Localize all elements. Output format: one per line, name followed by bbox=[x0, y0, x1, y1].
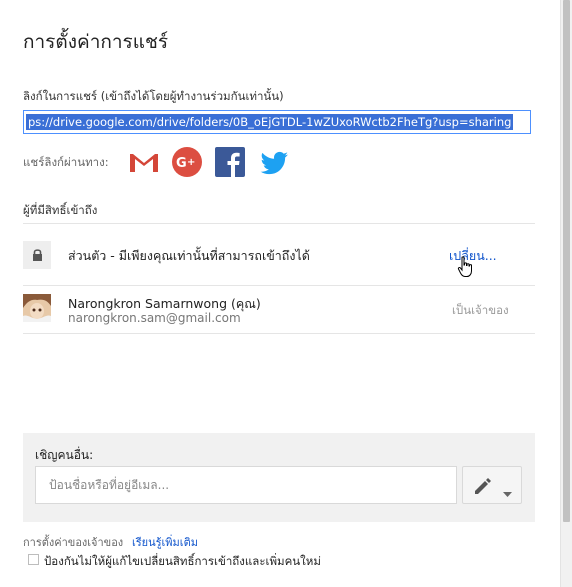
svg-text:G: G bbox=[176, 156, 187, 171]
facebook-icon[interactable] bbox=[213, 145, 247, 179]
svg-text:+: + bbox=[187, 157, 195, 168]
sharing-settings-dialog: การตั้งค่าการแชร์ ลิงก์ในการแชร์ (เข้าถึ… bbox=[0, 0, 561, 587]
hand-cursor-icon bbox=[457, 256, 475, 278]
user-email: narongkron.sam@gmail.com bbox=[68, 311, 241, 325]
lock-icon bbox=[23, 241, 51, 269]
gmail-icon[interactable] bbox=[127, 145, 161, 179]
divider bbox=[23, 285, 535, 286]
share-link-field[interactable]: ps://drive.google.com/drive/folders/0B_o… bbox=[23, 110, 531, 134]
user-role: เป็นเจ้าของ bbox=[452, 303, 509, 317]
share-link-text: ps://drive.google.com/drive/folders/0B_o… bbox=[26, 114, 514, 130]
invite-label: เชิญคนอื่น: bbox=[35, 448, 94, 462]
scrollbar[interactable] bbox=[560, 0, 572, 587]
pencil-icon bbox=[473, 476, 493, 500]
chevron-down-icon bbox=[503, 483, 512, 502]
prevent-editors-checkbox[interactable] bbox=[28, 554, 39, 565]
owner-settings-label: การตั้งค่าของเจ้าของ bbox=[23, 536, 124, 549]
share-via-label: แชร์ลิงก์ผ่านทาง: bbox=[23, 155, 109, 169]
prevent-editors-label: ป้องกันไม่ให้ผู้แก้ไขเปลี่ยนสิทธิ์การเข้… bbox=[44, 554, 321, 568]
learn-more-link[interactable]: เรียนรู้เพิ่มเติม bbox=[132, 533, 198, 551]
invite-input[interactable] bbox=[35, 466, 457, 504]
scrollbar-thumb[interactable] bbox=[563, 0, 570, 522]
link-sharing-label: ลิงก์ในการแชร์ (เข้าถึงได้โดยผู้ทำงานร่ว… bbox=[23, 89, 284, 103]
visibility-status: ส่วนตัว - มีเพียงคุณเท่านั้นที่สามารถเข้… bbox=[68, 248, 310, 263]
divider bbox=[23, 223, 535, 224]
google-plus-icon[interactable]: G + bbox=[170, 145, 204, 179]
dialog-title: การตั้งค่าการแชร์ bbox=[23, 31, 169, 53]
access-heading: ผู้ที่มีสิทธิ์เข้าถึง bbox=[23, 203, 98, 217]
divider bbox=[23, 333, 535, 334]
avatar bbox=[23, 294, 51, 322]
twitter-icon[interactable] bbox=[257, 145, 291, 179]
permission-dropdown-button[interactable] bbox=[462, 466, 522, 504]
